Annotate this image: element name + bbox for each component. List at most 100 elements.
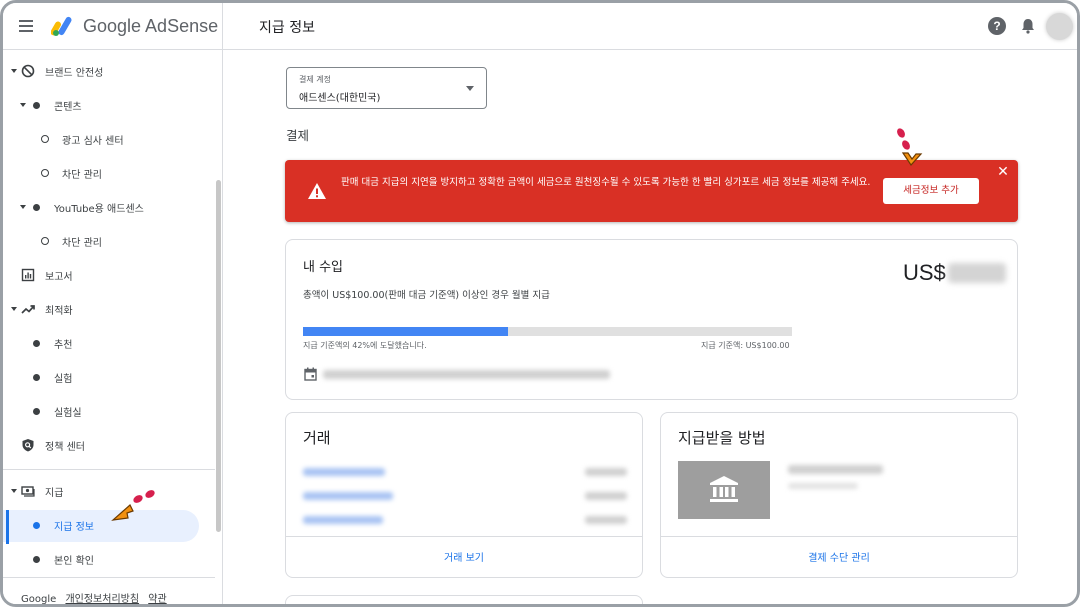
policy-shield-icon (22, 439, 34, 452)
sidebar-item-label: 콘텐츠 (54, 102, 82, 113)
sidebar-scrollbar[interactable] (216, 180, 221, 532)
brand-name: Google AdSense (83, 16, 219, 36)
sidebar-item-label: 본인 확인 (54, 556, 94, 567)
sidebar-item-label: 광고 심사 센터 (62, 136, 124, 147)
circle-outline-icon (41, 237, 49, 245)
sidebar-item-recommendations[interactable]: 추천 (3, 328, 215, 360)
sidebar-item-label: YouTube용 애드센스 (54, 204, 144, 215)
sidebar-item-label: 지급 정보 (54, 522, 94, 533)
section-title: 결제 (286, 128, 310, 143)
redacted-transaction-date (303, 468, 385, 476)
sidebar-item-payments-info[interactable]: 지급 정보 (3, 510, 199, 544)
redacted-transaction-date (303, 516, 383, 524)
bullet-icon (33, 522, 40, 529)
chevron-down-icon (20, 205, 26, 209)
sidebar-item-label: 보고서 (45, 272, 73, 283)
footer-google: Google (21, 594, 57, 605)
sidebar-item-verification[interactable]: 본인 확인 (3, 544, 215, 576)
annotation-pointer-icon (111, 490, 155, 521)
app-window: Google AdSense 지급 정보 ? 브랜드 안전성 콘텐츠 광고 심사… (0, 0, 1080, 607)
block-icon (21, 64, 35, 78)
redacted-transaction-amount (585, 468, 627, 476)
view-transactions-link[interactable]: 거래 보기 (286, 549, 642, 564)
sidebar-footer: Google 개인정보처리방침 약관 (21, 590, 167, 605)
payment-threshold-progress (303, 327, 792, 336)
bank-card-thumbnail (678, 461, 770, 519)
annotation-pointer-icon (897, 128, 923, 166)
sidebar-item-label: 실험실 (54, 408, 82, 419)
chevron-down-icon (11, 69, 17, 73)
redacted-bank-name (788, 465, 883, 474)
sidebar: 브랜드 안전성 콘텐츠 광고 심사 센터 차단 관리 YouTube용 애드센스… (3, 50, 223, 605)
partial-card (285, 595, 643, 604)
sidebar-item-policy-center[interactable]: 정책 센터 (3, 430, 215, 462)
header-divider (222, 3, 223, 49)
sidebar-item-blocking-controls[interactable]: 차단 관리 (3, 158, 215, 190)
sidebar-item-optimization[interactable]: 최적화 (3, 294, 215, 326)
alert-message: 판매 대금 지급의 지연을 방지하고 정확한 금액이 세금으로 원천징수될 수 … (341, 177, 871, 188)
sidebar-item-label: 실험 (54, 374, 73, 385)
terms-link[interactable]: 약관 (148, 594, 166, 604)
chevron-down-icon (20, 103, 26, 107)
notification-bell-icon[interactable] (1019, 17, 1037, 35)
select-caption: 결제 계정 (299, 75, 331, 84)
sidebar-item-youtube-blocking-controls[interactable]: 차단 관리 (3, 226, 215, 258)
earnings-description: 총액이 US$100.00(판매 대금 기준액) 이상인 경우 월별 지급 (303, 290, 550, 301)
bullet-icon (33, 204, 40, 211)
earnings-card: 내 수입 US$ 총액이 US$100.00(판매 대금 기준액) 이상인 경우… (285, 239, 1018, 400)
progress-fill (303, 327, 509, 336)
warning-icon (308, 183, 326, 199)
manage-payment-methods-link[interactable]: 결제 수단 관리 (661, 549, 1017, 564)
sidebar-item-content[interactable]: 콘텐츠 (3, 90, 215, 122)
bullet-icon (33, 408, 40, 415)
card-divider (286, 536, 642, 537)
circle-outline-icon (41, 135, 49, 143)
dropdown-arrow-icon (466, 86, 474, 91)
page-title: 지급 정보 (259, 20, 315, 36)
bullet-icon (33, 102, 40, 109)
card-divider (661, 536, 1017, 537)
chevron-down-icon (11, 307, 17, 311)
sidebar-item-label: 최적화 (45, 306, 73, 317)
privacy-link[interactable]: 개인정보처리방침 (65, 594, 139, 604)
close-icon[interactable]: ✕ (996, 165, 1010, 179)
sidebar-item-experiments[interactable]: 실험 (3, 362, 215, 394)
menu-icon[interactable] (19, 18, 35, 32)
select-value: 애드센스(대한민국) (299, 93, 381, 104)
sidebar-item-adsense-for-youtube[interactable]: YouTube용 애드센스 (3, 192, 215, 224)
bullet-icon (33, 374, 40, 381)
add-tax-info-button[interactable]: 세금정보 추가 (883, 178, 979, 204)
redacted-amount (947, 263, 1006, 283)
sidebar-item-label: 차단 관리 (62, 170, 102, 181)
redacted-transaction-amount (585, 492, 627, 500)
sidebar-item-labs[interactable]: 실험실 (3, 396, 215, 428)
payment-account-select[interactable]: 결제 계정 애드센스(대한민국) (286, 67, 487, 109)
redacted-transaction-amount (585, 516, 627, 524)
sidebar-item-label: 정책 센터 (45, 442, 85, 453)
earnings-title: 내 수입 (303, 260, 344, 275)
bank-icon (710, 476, 738, 502)
bar-chart-icon (21, 268, 35, 282)
sidebar-item-reports[interactable]: 보고서 (3, 260, 215, 292)
trending-up-icon (21, 305, 35, 314)
sidebar-item-label: 차단 관리 (62, 238, 102, 249)
help-icon[interactable]: ? (988, 17, 1006, 35)
sidebar-divider (3, 577, 215, 578)
calendar-icon (304, 367, 317, 381)
redacted-payment-date (323, 370, 610, 379)
bullet-icon (33, 340, 40, 347)
avatar[interactable] (1046, 13, 1073, 40)
sidebar-divider (3, 469, 215, 470)
sidebar-item-brand-safety[interactable]: 브랜드 안전성 (3, 56, 215, 88)
transactions-card: 거래 거래 보기 (285, 412, 643, 578)
payment-methods-title: 지급받을 방법 (678, 429, 766, 447)
earnings-currency: US$ (903, 260, 946, 285)
sidebar-item-label: 추천 (54, 340, 73, 351)
payment-methods-card: 지급받을 방법 결제 수단 관리 (660, 412, 1018, 578)
bullet-icon (33, 556, 40, 563)
sidebar-item-label: 지급 (45, 488, 64, 499)
payments-icon (21, 486, 35, 497)
top-bar: Google AdSense 지급 정보 ? (3, 3, 1077, 50)
transactions-title: 거래 (303, 429, 331, 447)
sidebar-item-ad-review-center[interactable]: 광고 심사 센터 (3, 124, 215, 156)
